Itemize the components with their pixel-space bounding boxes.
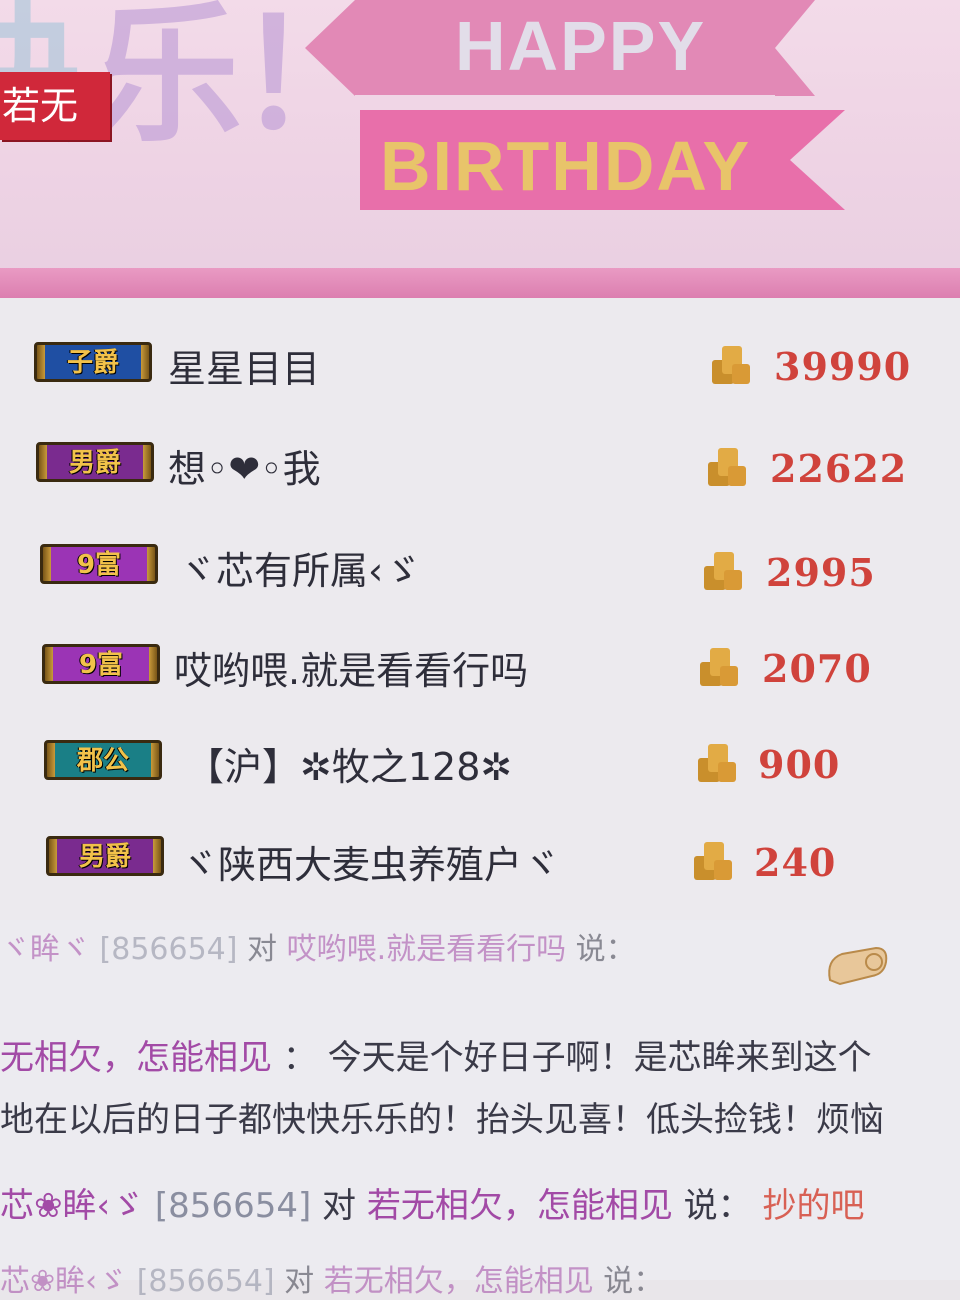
ranking-row[interactable]: 郡公 【沪】✲牧之128✲ 900 <box>0 736 960 806</box>
user-name[interactable]: 想︎◦︎❤︎◦︎我 <box>168 438 321 493</box>
rank-badge-label: 男爵 <box>68 448 121 478</box>
ranking-row[interactable]: 9富 ヾ芯有所属‹ゞ 2995 <box>0 538 960 608</box>
chat-message: ヾ眸ヾ [856654] 对 哎哟喂.就是看看行吗 说： <box>0 924 636 968</box>
rank-badge: 9富 <box>40 544 158 584</box>
coin-stack-icon <box>694 842 732 880</box>
rank-badge: 子爵 <box>34 342 152 382</box>
coin-count: 2070 <box>762 646 872 691</box>
chat-text: 抄的吧 <box>762 1186 865 1226</box>
rank-badge: 9富 <box>42 644 160 684</box>
coin-stack-icon <box>700 648 738 686</box>
coin-count: 2995 <box>766 550 876 595</box>
chat-user-id: [856654] <box>154 1186 312 1226</box>
chat-sender[interactable]: 芯❀眸‹ゞ <box>0 1186 144 1226</box>
ranking-row[interactable]: 男爵 想︎◦︎❤︎◦︎我 22622 <box>0 438 960 508</box>
chat-target[interactable]: 哎哟喂.就是看看行吗 <box>287 932 567 967</box>
rank-badge-label: 9富 <box>76 550 122 580</box>
chat-speaker[interactable]: 无相欠，怎能相见 <box>0 1038 272 1078</box>
chat-text: 地在以后的日子都快快乐乐的！抬头见喜！低头捡钱！烦恼 <box>0 1100 884 1140</box>
coin-stack-icon <box>708 448 746 486</box>
banner-tag: 若无 <box>0 72 110 140</box>
divider-bar <box>0 268 960 298</box>
ranking-row[interactable]: 男爵 ヾ陕西大麦虫养殖户ヾ 240 <box>0 832 960 902</box>
user-name[interactable]: ヾ芯有所属‹ゞ <box>178 540 421 595</box>
chat-user-id: [856654] <box>136 1264 275 1299</box>
rank-badge-label: 子爵 <box>66 348 119 378</box>
rank-badge: 男爵 <box>46 836 164 876</box>
chat-say: 说： <box>575 932 636 967</box>
chat-text: 今天是个好日子啊！是芯眸来到这个 <box>327 1038 872 1078</box>
coin-stack-icon <box>712 346 750 384</box>
user-name[interactable]: ヾ陕西大麦虫养殖户ヾ <box>180 834 560 889</box>
chat-to-word: 对 <box>322 1186 357 1226</box>
chat-log: ヾ眸ヾ [856654] 对 哎哟喂.就是看看行吗 说： 无相欠，怎能相见 ： … <box>0 920 960 1299</box>
rank-badge: 郡公 <box>44 740 162 780</box>
coin-count: 240 <box>754 840 837 885</box>
rank-badge: 男爵 <box>36 442 154 482</box>
chat-message: 芯❀眸‹ゞ [856654] 对 若无相欠，怎能相见 说： 抄的吧 <box>0 1178 864 1227</box>
gift-scroll-icon <box>828 946 888 986</box>
user-name[interactable]: 哎哟喂.就是看看行吗 <box>174 640 528 695</box>
coin-count: 900 <box>758 742 841 787</box>
chat-sender[interactable]: ヾ眸ヾ <box>0 932 90 967</box>
ranking-row[interactable]: 9富 哎哟喂.就是看看行吗 2070 <box>0 638 960 708</box>
ranking-row[interactable]: 子爵 星星目目 39990 <box>0 338 960 408</box>
chat-to-word: 对 <box>247 932 278 967</box>
chat-say: 说： <box>683 1186 752 1226</box>
coin-count: 22622 <box>770 446 908 491</box>
chat-to-word: 对 <box>284 1264 315 1299</box>
rank-badge-label: 郡公 <box>76 746 129 776</box>
chat-say: 说： <box>603 1264 664 1299</box>
birthday-banner: 快 乐！ 若无 HAPPY BIRTHDAY <box>0 0 960 268</box>
coin-stack-icon <box>698 744 736 782</box>
chat-target[interactable]: 若无相欠，怎能相见 <box>324 1264 594 1299</box>
chat-message-continued: 地在以后的日子都快快乐乐的！抬头见喜！低头捡钱！烦恼 <box>0 1092 884 1141</box>
chat-user-id: [856654] <box>99 932 238 967</box>
coin-stack-icon <box>704 552 742 590</box>
user-name[interactable]: 【沪】✲牧之128✲ <box>186 736 512 791</box>
gift-ranking-panel: 子爵 星星目目 39990 男爵 想︎◦︎❤︎◦︎我 22622 9富 ヾ芯有所… <box>0 298 960 920</box>
chat-sender[interactable]: 芯❀眸‹ゞ <box>0 1264 127 1299</box>
rank-badge-label: 9富 <box>78 650 124 680</box>
rank-badge-label: 男爵 <box>78 842 131 872</box>
happy-text: HAPPY <box>455 7 707 85</box>
chat-separator: ： <box>282 1038 317 1078</box>
coin-count: 39990 <box>774 344 912 389</box>
chat-message: 无相欠，怎能相见 ： 今天是个好日子啊！是芯眸来到这个 <box>0 1030 872 1079</box>
birthday-text: BIRTHDAY <box>380 127 752 205</box>
chat-target[interactable]: 若无相欠，怎能相见 <box>367 1186 673 1226</box>
chat-message: 芯❀眸‹ゞ [856654] 对 若无相欠，怎能相见 说： <box>0 1256 663 1300</box>
user-name[interactable]: 星星目目 <box>168 338 320 393</box>
